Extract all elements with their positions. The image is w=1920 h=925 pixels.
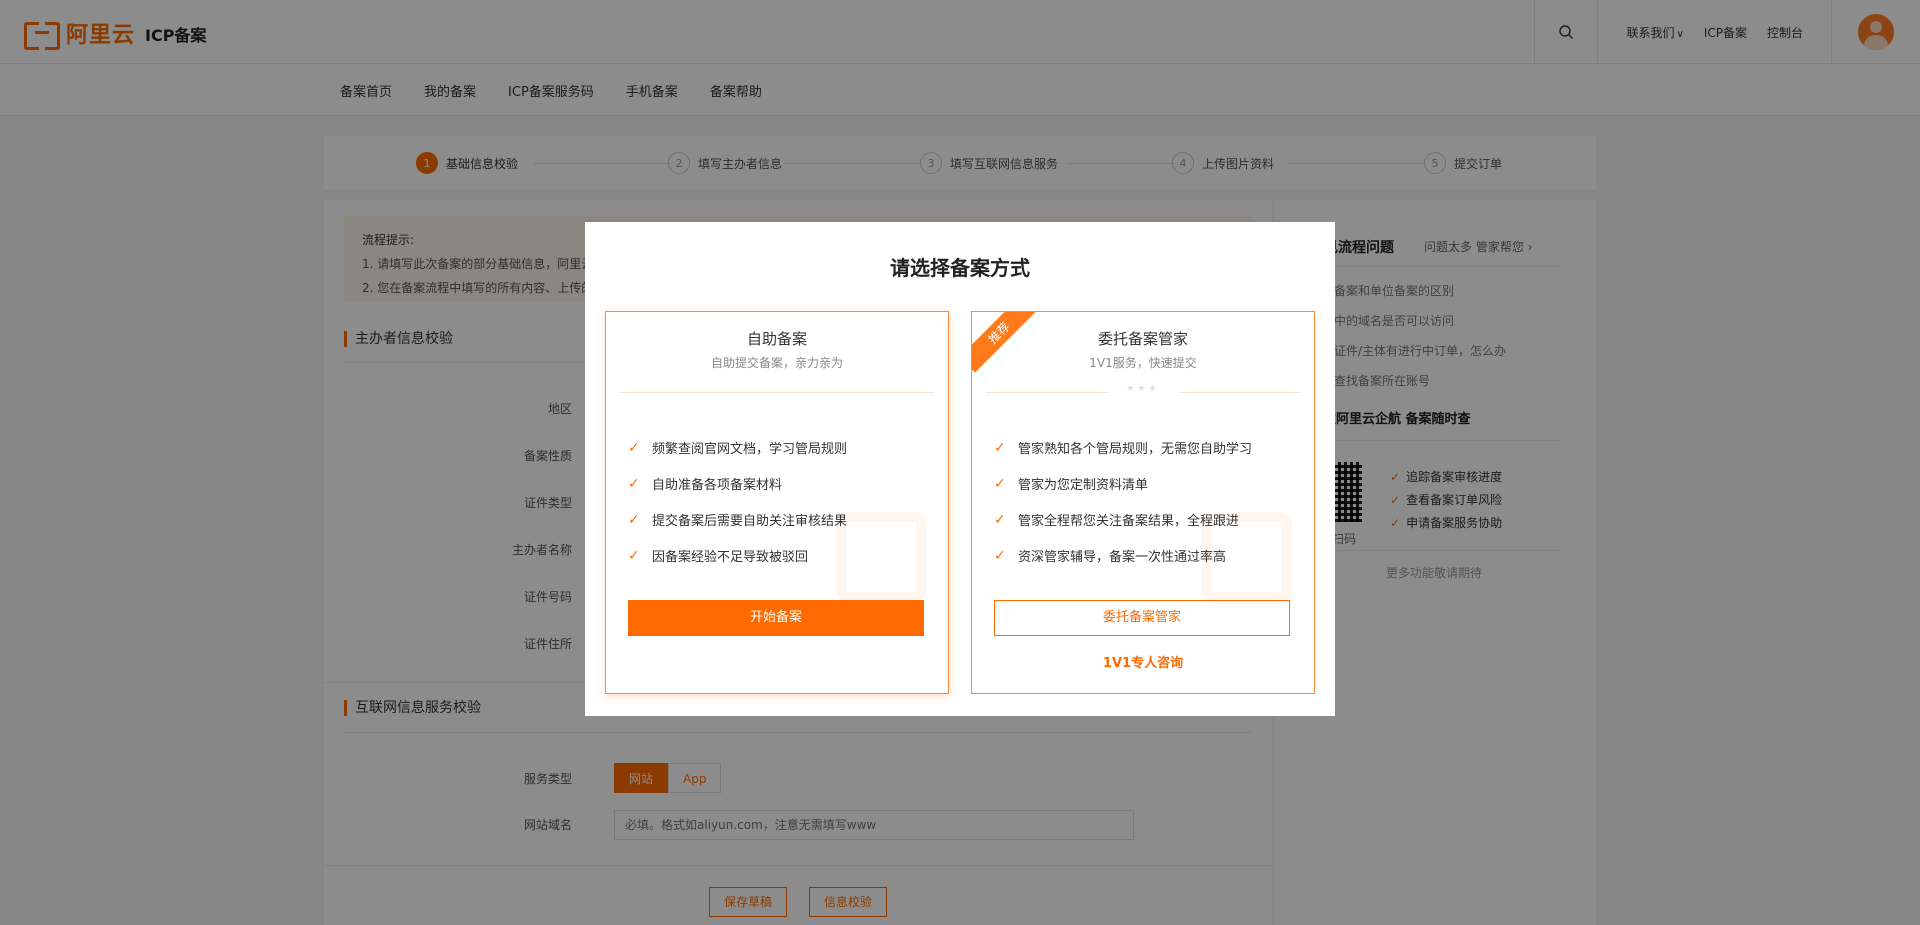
check-icon: ✓ — [994, 475, 1006, 492]
check-icon: ✓ — [628, 439, 640, 456]
feature-item: ✓ 因备案经验不足导致被驳回 — [628, 547, 809, 566]
feature-item: ✓ 频繁查阅官网文档，学习管局规则 — [628, 439, 848, 458]
card-subtitle: 1V1服务，快速提交 — [1089, 356, 1197, 370]
check-icon: ✓ — [994, 511, 1006, 528]
divider — [620, 392, 934, 393]
managed-filing-card[interactable]: 推荐 委托备案管家 1V1服务，快速提交 ★★★ ✓ 管家熟知各个管局规则，无需您… — [971, 311, 1315, 694]
feature-item: ✓ 管家为您定制资料清单 — [994, 475, 1149, 494]
feature-item: ✓ 管家熟知各个管局规则，无需您自助学习 — [994, 439, 1253, 458]
one-on-one-consult-link[interactable]: 1V1专人咨询 — [972, 652, 1314, 671]
check-icon: ✓ — [628, 547, 640, 564]
feature-item: ✓ 资深管家辅导，备案一次性通过率高 — [994, 547, 1227, 566]
entrust-manager-button[interactable]: 委托备案管家 — [994, 600, 1290, 636]
check-icon: ✓ — [994, 547, 1006, 564]
card-title: 委托备案管家 — [1097, 330, 1188, 348]
decorative-stars-icon: ★★★ — [1126, 384, 1160, 394]
filing-method-modal: 请选择备案方式 自助备案 自助提交备案，亲力亲为 ✓ 频繁查阅官网文档，学习管局规… — [585, 222, 1335, 716]
check-icon: ✓ — [628, 475, 640, 492]
card-subtitle: 自助提交备案，亲力亲为 — [710, 356, 843, 370]
feature-item: ✓ 提交备案后需要自助关注审核结果 — [628, 511, 848, 530]
check-icon: ✓ — [994, 439, 1006, 456]
feature-item: ✓ 自助准备各项备案材料 — [628, 475, 783, 494]
self-filing-card[interactable]: 自助备案 自助提交备案，亲力亲为 ✓ 频繁查阅官网文档，学习管局规则 ✓ 自助准备各… — [605, 311, 949, 694]
modal-title: 请选择备案方式 — [890, 256, 1030, 280]
start-filing-button[interactable]: 开始备案 — [628, 600, 924, 636]
card-title: 自助备案 — [746, 330, 807, 348]
feature-item: ✓ 管家全程帮您关注备案结果，全程跟进 — [994, 511, 1240, 530]
watermark-icon — [836, 512, 926, 602]
check-icon: ✓ — [628, 511, 640, 528]
